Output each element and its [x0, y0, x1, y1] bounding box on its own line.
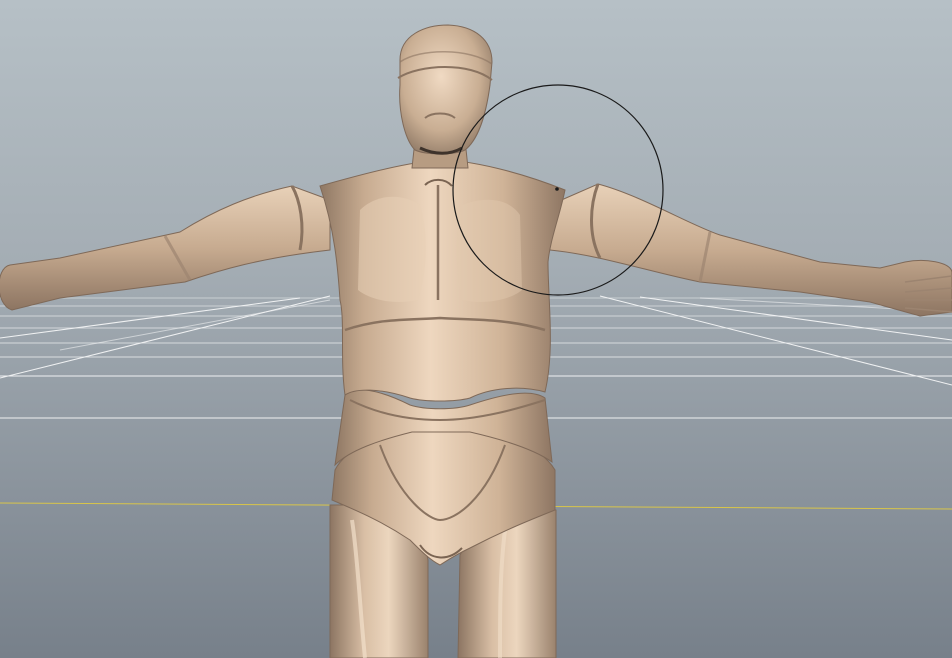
- viewport-canvas[interactable]: [0, 0, 952, 658]
- humanoid-mesh-icon[interactable]: [0, 24, 952, 658]
- 3d-viewport[interactable]: [0, 0, 952, 658]
